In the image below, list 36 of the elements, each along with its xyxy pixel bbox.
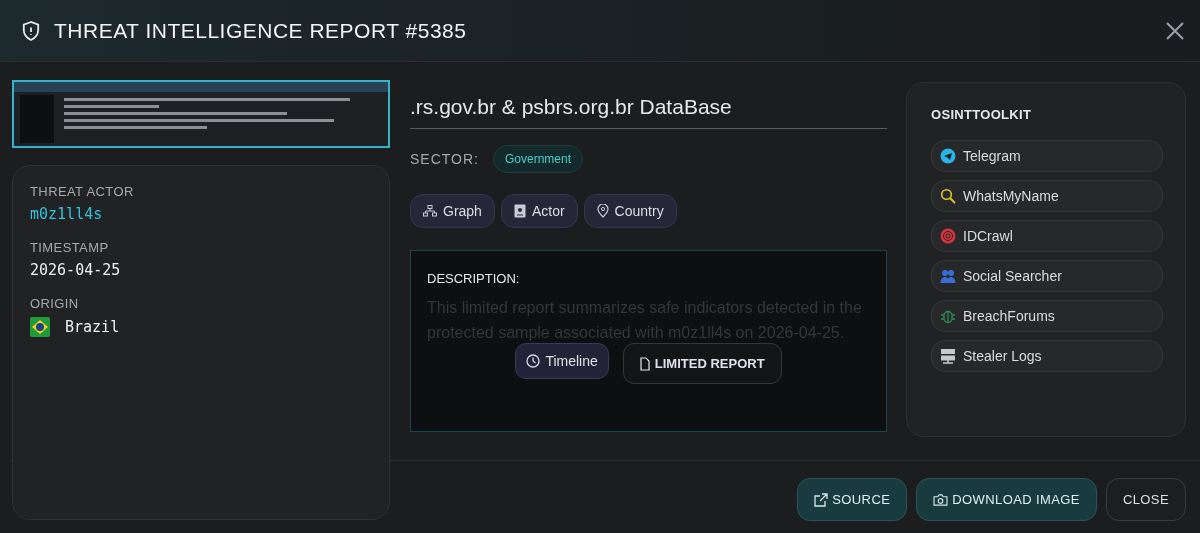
footer-button[interactable]: CLOSE [1105, 478, 1186, 521]
id-card-icon [513, 204, 526, 218]
filter-chip[interactable]: Country [583, 194, 677, 228]
toolkit-link[interactable]: WhatsMyName [931, 180, 1163, 212]
window-title: THREAT INTELLIGENCE REPORT #5385 [54, 18, 468, 43]
close-icon[interactable] [1165, 20, 1185, 41]
detail-value: Brazil [65, 318, 120, 336]
filter-chip[interactable]: Graph [410, 194, 495, 228]
toolkit-link[interactable]: Telegram [931, 140, 1163, 172]
detail-label: TIMESTAMP [30, 240, 110, 255]
footer-button[interactable]: DOWNLOAD IMAGE [916, 478, 1097, 521]
action-button[interactable]: LIMITED REPORT [622, 343, 782, 384]
external-link-icon [814, 492, 829, 507]
description-label: DESCRIPTION: [427, 271, 521, 286]
flag-icon [30, 317, 50, 337]
sector-tag: Government [493, 145, 583, 173]
toolkit-link[interactable]: IDCrawl [931, 220, 1163, 252]
report-title: .rs.gov.br & psbrs.org.br DataBase [410, 92, 887, 129]
hierarchy-icon [423, 205, 437, 217]
clock-icon [526, 354, 541, 368]
toolkit-link[interactable]: Social Searcher [931, 260, 1163, 292]
detail-label: THREAT ACTOR [30, 184, 135, 199]
document-icon [639, 356, 650, 371]
toolkit-title: OSINTTOOLKIT [931, 107, 1033, 122]
detail-value: 2026-04-25 [30, 261, 121, 279]
toolkit-link[interactable]: Stealer Logs [931, 340, 1163, 372]
action-button[interactable]: Timeline [515, 343, 609, 379]
toolkit-link[interactable]: BreachForums [931, 300, 1163, 332]
location-pin-icon [596, 204, 609, 218]
detail-label: ORIGIN [30, 296, 80, 311]
footer-button[interactable]: SOURCE [797, 478, 908, 521]
shield-icon [22, 20, 40, 41]
filter-chip[interactable]: Actor [500, 194, 578, 228]
camera-icon [933, 493, 949, 506]
detail-value: m0z1ll4s [30, 205, 103, 223]
sector-label: SECTOR: [410, 151, 479, 167]
